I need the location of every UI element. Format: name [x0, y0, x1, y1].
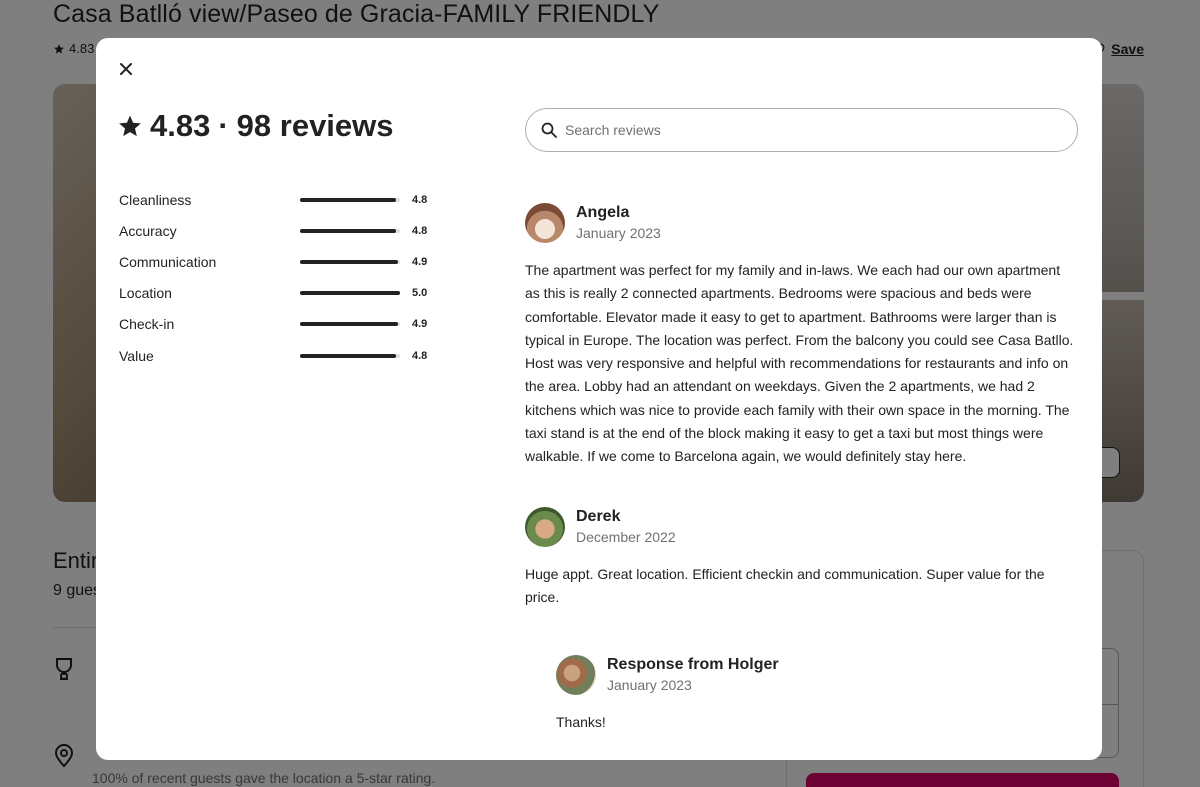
avatar[interactable] [525, 203, 565, 243]
star-icon [119, 115, 141, 137]
response-text: Thanks! [556, 714, 606, 730]
review-date: January 2023 [576, 225, 661, 241]
close-button[interactable] [114, 57, 138, 81]
category-bar [300, 322, 400, 327]
search-reviews-box[interactable] [525, 108, 1078, 152]
review-item: Derek December 2022 Huge appt. Great loc… [525, 507, 1077, 610]
category-bar-fill [300, 353, 396, 358]
rating-categories: Cleanliness 4.8 Accuracy 4.8 Communicati… [119, 184, 439, 371]
review-item: Angela January 2023 The apartment was pe… [525, 203, 1077, 469]
category-score: 4.9 [412, 255, 428, 268]
category-bar [300, 353, 400, 358]
category-label: Value [119, 347, 154, 364]
close-icon [120, 63, 132, 75]
review-text: The apartment was perfect for my family … [525, 262, 1074, 465]
category-label: Check-in [119, 316, 175, 333]
category-row-value: Value 4.8 [119, 340, 439, 371]
category-label: Accuracy [119, 222, 177, 239]
reviews-count: 98 reviews [236, 108, 394, 143]
category-score: 4.8 [412, 349, 428, 362]
category-score: 5.0 [412, 287, 428, 300]
category-row-check-in: Check-in 4.9 [119, 309, 439, 340]
reviews-modal: 4.83 · 98 reviews Cleanliness 4.8 Accura… [96, 38, 1102, 760]
host-avatar[interactable] [556, 655, 596, 695]
category-label: Communication [119, 253, 217, 270]
category-score: 4.8 [412, 193, 428, 206]
category-row-location: Location 5.0 [119, 278, 439, 309]
avatar[interactable] [525, 507, 565, 547]
category-row-accuracy: Accuracy 4.8 [119, 215, 439, 246]
reviews-header: 4.83 · 98 reviews [118, 108, 394, 144]
review-header: Angela January 2023 [525, 203, 1077, 243]
response-title: Response from Holger [607, 656, 779, 673]
category-bar [300, 228, 400, 233]
host-response: Response from Holger January 2023 Thanks… [556, 655, 1076, 734]
category-bar [300, 197, 400, 202]
reviewer-name: Derek [576, 508, 621, 525]
search-icon [541, 122, 557, 138]
review-date: December 2022 [576, 529, 676, 545]
category-row-communication: Communication 4.9 [119, 246, 439, 277]
category-score: 4.8 [412, 224, 428, 237]
response-header: Response from Holger January 2023 [556, 655, 1076, 695]
category-bar-fill [300, 228, 396, 233]
category-label: Cleanliness [119, 191, 192, 208]
category-score: 4.9 [412, 318, 428, 331]
category-row-cleanliness: Cleanliness 4.8 [119, 184, 439, 215]
category-bar [300, 259, 400, 264]
overall-rating: 4.83 [150, 108, 211, 143]
category-bar-fill [300, 197, 396, 202]
category-bar [300, 291, 400, 296]
category-bar-fill [300, 291, 400, 296]
rating-separator: · [218, 108, 229, 143]
category-bar-fill [300, 259, 398, 264]
review-header: Derek December 2022 [525, 507, 1077, 547]
category-bar-fill [300, 322, 398, 327]
search-reviews-input[interactable] [565, 122, 1045, 138]
category-label: Location [119, 285, 172, 302]
response-date: January 2023 [607, 677, 692, 693]
reviewer-name: Angela [576, 204, 630, 221]
review-text: Huge appt. Great location. Efficient che… [525, 566, 1045, 606]
